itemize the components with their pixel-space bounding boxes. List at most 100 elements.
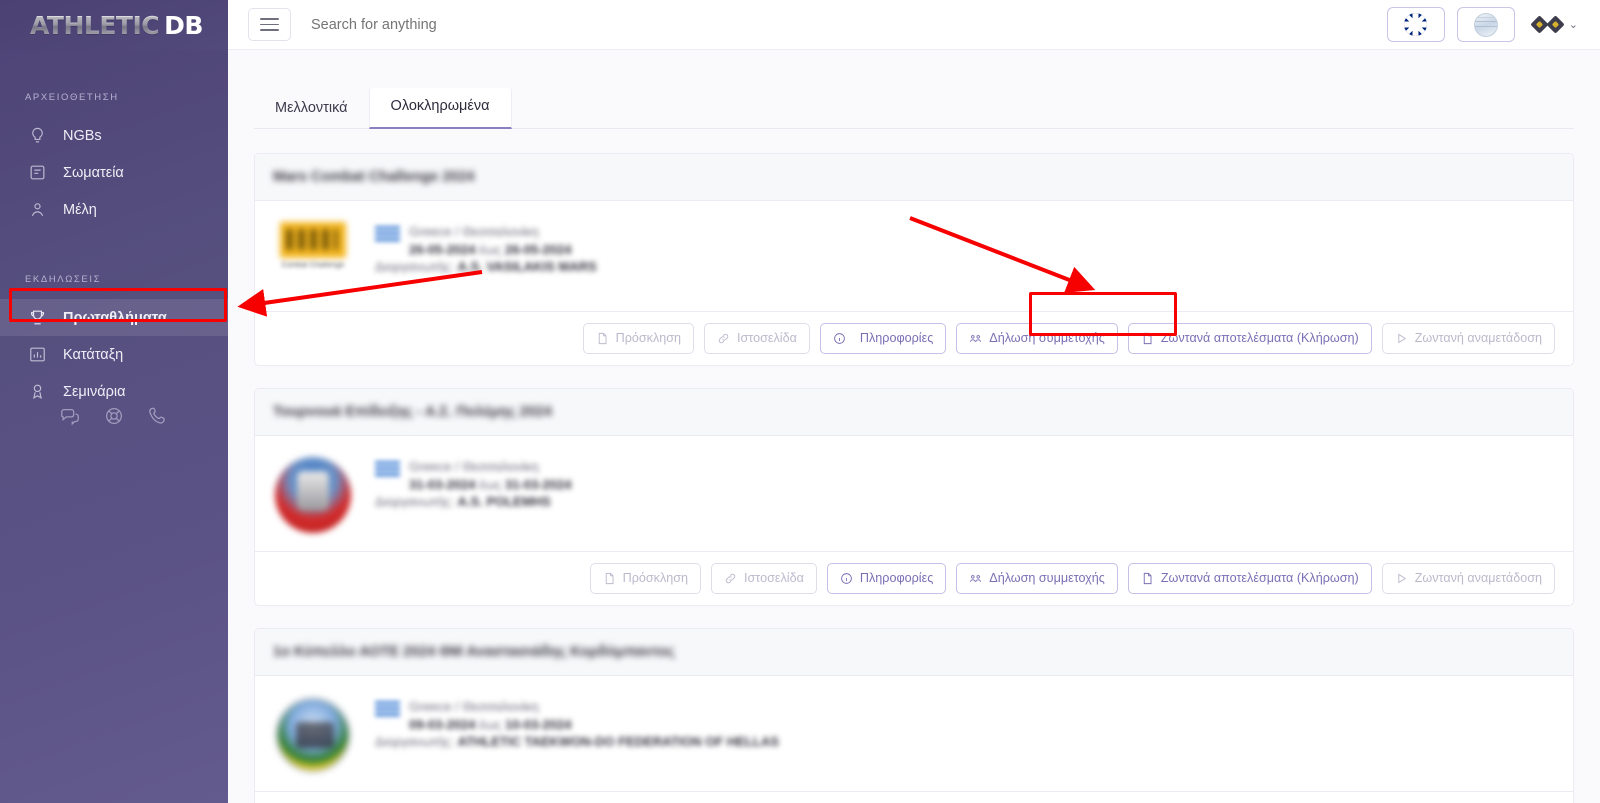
live-stream-button[interactable]: Ζωντανή αναμετάδοση	[1381, 323, 1555, 355]
event-title: Τουρνουά Επίδειξης - Α.Σ. Πολέμης 2024	[273, 404, 552, 421]
hamburger-icon[interactable]	[248, 8, 291, 41]
sidebar-item-rankings[interactable]: Κατάταξη	[0, 336, 228, 373]
lifebuoy-icon[interactable]	[103, 405, 125, 427]
event-title: Mars Combat Challenge 2024	[273, 169, 475, 185]
country-flag-icon	[375, 226, 400, 243]
sidebar-nav: ΑΡΧΕΙΟΘΕΤΗΣΗ NGBs Σωματεία Μέλη ΕΚΔΗΛΩΣΕ…	[0, 50, 228, 410]
event-card-header: Mars Combat Challenge 2024	[255, 154, 1573, 201]
sidebar-item-clubs[interactable]: Σωματεία	[0, 154, 228, 191]
information-button[interactable]: Πληροφορίες	[819, 323, 947, 355]
brand-logo[interactable]: ATHLETIC DB	[0, 0, 228, 50]
information-button[interactable]: Πληροφορίες	[826, 563, 947, 595]
button-label: Δήλωση συμμετοχής	[989, 331, 1105, 345]
sidebar-item-ngbs[interactable]: NGBs	[0, 117, 228, 154]
main-area: ⌄ Μελλοντικά Ολοκληρωμένα Mars Combat Ch…	[228, 0, 1600, 803]
invitation-button[interactable]: Πρόσκληση	[582, 323, 695, 355]
button-label: Ζωντανά αποτελέσματα (Κλήρωση)	[1160, 571, 1359, 586]
globe-button[interactable]	[1456, 7, 1515, 42]
polemis-circle-logo	[275, 457, 351, 534]
play-icon	[1395, 572, 1408, 585]
play-icon	[1395, 332, 1408, 345]
event-card-actions: Πρόσκληση Ιστοσελίδα Πληροφορίες Δή	[255, 551, 1573, 605]
button-label: Ζωντανή αναμετάδοση	[1414, 331, 1542, 345]
event-card-body: Combat Challenge Greece / Θεσσαλονίκη 26…	[255, 201, 1573, 311]
account-menu[interactable]: ⌄	[1530, 15, 1578, 34]
sidebar-item-label: Μέλη	[63, 201, 97, 218]
live-results-button[interactable]: Ζωντανά αποτελέσματα (Κλήρωση)	[1127, 323, 1372, 355]
registration-button[interactable]: Δήλωση συμμετοχής	[956, 563, 1118, 595]
tab-completed[interactable]: Ολοκληρωμένα	[368, 87, 512, 129]
sidebar-footer-icons	[0, 405, 228, 427]
event-meta: Greece / Θεσσαλονίκη 09-03-2024 έως 10-0…	[375, 697, 779, 773]
sidebar-item-championships[interactable]: Πρωταθλήματα	[0, 299, 228, 336]
trophy-icon	[28, 308, 47, 327]
event-location: Greece / Θεσσαλονίκη	[409, 699, 539, 715]
file-results-icon	[1141, 572, 1154, 585]
sidebar-item-label: Κατάταξη	[63, 346, 124, 363]
sidebar: ATHLETIC DB ΑΡΧΕΙΟΘΕΤΗΣΗ NGBs Σωματεία Μ…	[0, 0, 228, 803]
event-location: Greece / Θεσσαλονίκη	[409, 224, 539, 239]
event-dates: 09-03-2024 έως 10-03-2024	[409, 717, 572, 733]
bulb-icon	[28, 126, 47, 145]
tab-upcoming[interactable]: Μελλοντικά	[254, 90, 369, 129]
live-stream-button[interactable]: Ζωντανή αναμετάδοση	[1381, 563, 1555, 595]
aote-circle-logo	[275, 697, 351, 774]
link-icon	[717, 332, 730, 345]
website-button[interactable]: Ιστοσελίδα	[711, 563, 817, 595]
event-title: 1ο Κύπελλο ΑΟΤΕ 2024 ΘΜ Αναστασιάδης Κορ…	[273, 644, 675, 661]
event-card-body: Greece / Θεσσαλονίκη 09-03-2024 έως 10-0…	[255, 676, 1573, 791]
event-card: Τουρνουά Επίδειξης - Α.Σ. Πολέμης 2024 G…	[254, 388, 1574, 607]
event-logo-box: Combat Challenge	[273, 222, 353, 293]
event-card-body: Greece / Θεσσαλονίκη 31-03-2024 έως 31-0…	[255, 436, 1573, 551]
search-input[interactable]	[311, 9, 1387, 40]
sidebar-section-events: ΕΚΔΗΛΩΣΕΙΣ	[25, 274, 102, 285]
chevron-down-icon: ⌄	[1568, 19, 1578, 31]
people-icon	[969, 572, 982, 585]
button-label: Ζωντανή αναμετάδοση	[1414, 571, 1542, 586]
event-card-actions: Πρόσκληση Ιστοσελίδα Πληροφορίες Δή	[255, 791, 1573, 803]
globe-icon	[1473, 12, 1498, 37]
member-icon	[28, 200, 47, 219]
sidebar-item-label: NGBs	[63, 127, 102, 144]
event-organizer: Διοργανωτής: A.S. VASILAKIS MARS	[375, 259, 597, 274]
file-results-icon	[1141, 332, 1154, 345]
avatar-secondary	[1546, 15, 1565, 34]
website-button[interactable]: Ιστοσελίδα	[704, 323, 810, 355]
country-flag-icon	[375, 701, 400, 719]
event-meta: Greece / Θεσσαλονίκη 31-03-2024 έως 31-0…	[375, 457, 571, 533]
registration-button[interactable]: Δήλωση συμμετοχής	[956, 323, 1118, 355]
uk-flag-icon	[1404, 13, 1428, 36]
event-card-header: 1ο Κύπελλο ΑΟΤΕ 2024 ΘΜ Αναστασιάδης Κορ…	[255, 629, 1573, 677]
award-person-icon	[28, 382, 47, 401]
button-label: Πρόσκληση	[615, 331, 682, 345]
event-logo-box	[273, 697, 353, 774]
info-icon	[833, 332, 846, 345]
brand-name-secondary: DB	[164, 10, 203, 40]
phone-icon[interactable]	[147, 405, 169, 427]
event-dates: 26-05-2024 έως 26-05-2024	[409, 242, 572, 257]
brand-name-primary: ATHLETIC	[30, 10, 160, 40]
language-button[interactable]	[1386, 7, 1445, 42]
sidebar-item-label: Σωματεία	[63, 164, 124, 181]
event-meta: Greece / Θεσσαλονίκη 26-05-2024 έως 26-0…	[375, 222, 597, 293]
button-label: Πρόσκληση	[622, 571, 689, 586]
event-card: Mars Combat Challenge 2024 Combat Challe…	[254, 153, 1574, 367]
bar-chart-icon	[28, 345, 47, 364]
event-tabs: Μελλοντικά Ολοκληρωμένα	[254, 77, 1574, 129]
event-organizer: Διοργανωτής: A.S. POLEMHS	[375, 494, 551, 510]
invitation-button[interactable]: Πρόσκληση	[589, 563, 702, 595]
mars-logo	[280, 222, 346, 258]
button-label: Ιστοσελίδα	[737, 331, 797, 345]
event-organizer: Διοργανωτής: ATHLETIC TAEKWON-DO FEDERAT…	[375, 734, 779, 750]
sidebar-item-members[interactable]: Μέλη	[0, 191, 228, 228]
chat-icon[interactable]	[59, 405, 81, 427]
event-dates: 31-03-2024 έως 31-03-2024	[409, 477, 572, 493]
button-label: Πληροφορίες	[859, 331, 934, 345]
live-results-button[interactable]: Ζωντανά αποτελέσματα (Κλήρωση)	[1127, 563, 1372, 595]
event-logo-caption: Combat Challenge	[281, 262, 345, 269]
event-card: 1ο Κύπελλο ΑΟΤΕ 2024 ΘΜ Αναστασιάδης Κορ…	[254, 628, 1574, 803]
event-logo-box	[273, 457, 353, 534]
app-root: ATHLETIC DB ΑΡΧΕΙΟΘΕΤΗΣΗ NGBs Σωματεία Μ…	[0, 0, 1600, 803]
event-card-actions: Πρόσκληση Ιστοσελίδα Πληροφορίες Δήλωση …	[255, 311, 1573, 365]
